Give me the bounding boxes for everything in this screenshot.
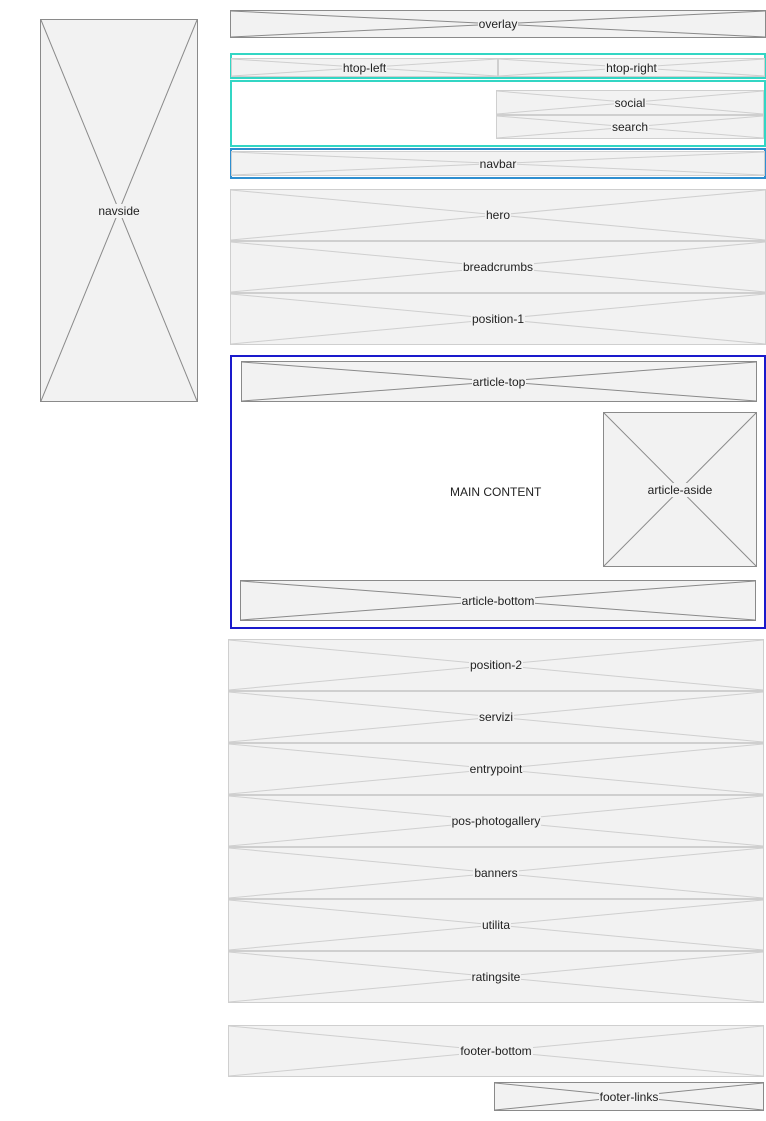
navbar-label: navbar [478,156,518,171]
entrypoint-label: entrypoint [468,762,524,776]
article-top-block: article-top [241,361,757,402]
search-label: search [610,120,650,134]
footer-links-label: footer-links [598,1089,660,1104]
article-top-label: article-top [471,374,527,389]
pos-photogallery-block: pos-photogallery [228,795,764,847]
breadcrumbs-label: breadcrumbs [461,260,535,274]
htop-left-block: htop-left [231,58,498,77]
htop-right-label: htop-right [605,60,658,75]
banners-label: banners [473,866,519,880]
main-content-label: MAIN CONTENT [450,485,542,499]
utilita-block: utilita [228,899,764,951]
footer-bottom-block: footer-bottom [228,1025,764,1077]
article-bottom-block: article-bottom [240,580,756,621]
navside-block: navside [40,19,198,402]
servizi-block: servizi [228,691,764,743]
utilita-label: utilita [480,918,511,932]
article-aside-block: article-aside [603,412,757,567]
position-1-label: position-1 [470,312,526,326]
position-1-block: position-1 [230,293,766,345]
hero-block: hero [230,189,766,241]
htop-right-block: htop-right [498,58,765,77]
ratingsite-label: ratingsite [470,970,522,984]
social-label: social [613,95,647,110]
pos-photogallery-label: pos-photogallery [450,814,542,828]
entrypoint-block: entrypoint [228,743,764,795]
navbar-block: navbar [231,151,765,176]
banners-block: banners [228,847,764,899]
article-aside-label: article-aside [646,482,714,497]
overlay-block: overlay [230,10,766,38]
breadcrumbs-block: breadcrumbs [230,241,766,293]
htop-left-label: htop-left [341,60,388,75]
overlay-label: overlay [477,17,519,31]
navside-label: navside [97,203,141,218]
social-block: social [496,90,764,115]
servizi-label: servizi [477,710,514,724]
footer-links-block: footer-links [494,1082,764,1111]
article-bottom-label: article-bottom [460,593,536,608]
search-block: search [496,115,764,139]
position-2-label: position-2 [468,658,524,672]
footer-bottom-label: footer-bottom [459,1044,533,1058]
ratingsite-block: ratingsite [228,951,764,1003]
hero-label: hero [484,208,512,222]
position-2-block: position-2 [228,639,764,691]
